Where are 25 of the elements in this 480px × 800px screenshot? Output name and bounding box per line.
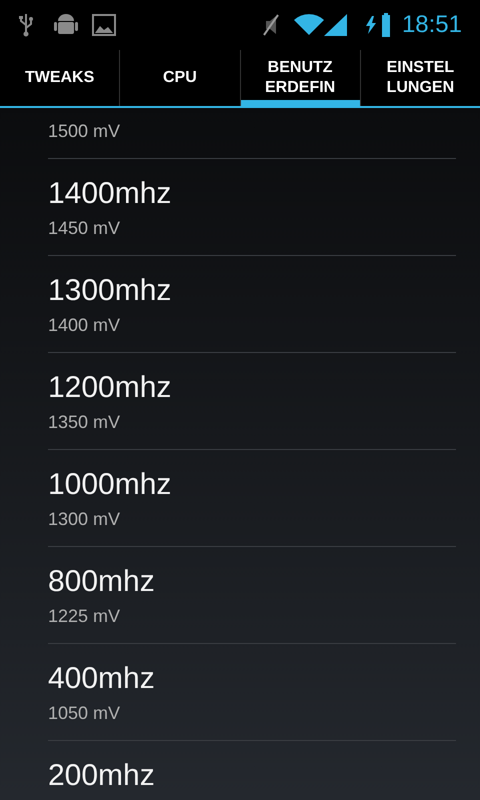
- frequency-label: 200mhz: [48, 759, 155, 793]
- voltage-label: 1300 mV: [48, 508, 120, 530]
- frequency-label: 1200mhz: [48, 371, 172, 405]
- voltage-label: 1225 mV: [48, 605, 120, 627]
- charging-icon: [366, 16, 376, 34]
- muted-icon: [262, 13, 280, 37]
- frequency-label: 1300mhz: [48, 274, 172, 308]
- frequency-label: 1400mhz: [48, 177, 172, 211]
- voltage-label: 1350 mV: [48, 411, 120, 433]
- wifi-icon: [294, 13, 324, 37]
- tab[interactable]: CPU: [120, 50, 240, 106]
- signal-icon: [324, 13, 348, 37]
- frequency-label: 400mhz: [48, 662, 155, 696]
- voltage-label: 1450 mV: [48, 217, 120, 239]
- frequency-label: 800mhz: [48, 565, 155, 599]
- usb-icon: [18, 13, 34, 37]
- image-icon: [92, 14, 116, 36]
- frequency-label: 1000mhz: [48, 468, 172, 502]
- voltage-label: 1500 mV: [48, 120, 120, 142]
- tab[interactable]: TWEAKS: [0, 50, 120, 106]
- clock-time: 18:51: [402, 13, 462, 37]
- tab[interactable]: EINSTEL LUNGEN: [360, 50, 480, 106]
- battery-icon: [382, 13, 390, 37]
- voltage-label: 1050 mV: [48, 702, 120, 724]
- voltage-label: 1400 mV: [48, 314, 120, 336]
